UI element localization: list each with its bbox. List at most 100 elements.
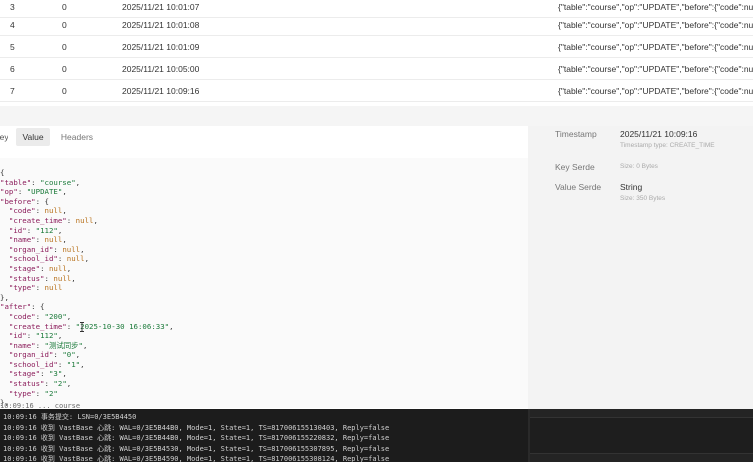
timestamp-cell: 2025/11/21 10:01:08	[122, 20, 200, 30]
json-token: ,	[75, 177, 81, 187]
json-token: ,	[62, 369, 67, 379]
tab-headers[interactable]: Headers	[54, 128, 100, 146]
terminal-output[interactable]: 10:09:16 事务提交: LSN=0/3E5B4450 10:09:16 收到…	[0, 409, 753, 462]
json-token: "测试同步"	[44, 340, 83, 350]
json-token: ,	[80, 244, 85, 254]
terminal-line: 10:09:16 收到 VastBase 心跳: WAL=0/3E5B4530,…	[3, 444, 390, 453]
json-token: null	[44, 235, 63, 245]
json-line: "id": "112",	[0, 226, 174, 236]
json-line: "stage": null,	[0, 264, 174, 274]
json-token: "table"	[0, 177, 32, 187]
table-row[interactable]: 6 0 2025/11/21 10:05:00 {"table":"course","…	[0, 58, 753, 80]
table-row[interactable]: 7 0 2025/11/21 10:09:16 {"table":"course","…	[0, 80, 753, 102]
value-cell: {"table":"course","op":"UPDATE","before"…	[558, 64, 753, 74]
json-token: "id"	[8, 331, 27, 341]
json-token: null	[48, 263, 67, 273]
json-token: ,	[82, 340, 88, 350]
json-token: ,	[66, 311, 72, 321]
json-token: {	[0, 168, 5, 177]
json-token: "type"	[8, 283, 36, 293]
terminal-line: 10:09:16 事务提交: LSN=0/3E5B4450	[3, 413, 137, 421]
json-token: },	[0, 292, 9, 302]
json-line: "after": {	[0, 302, 174, 312]
table-row[interactable]: 5 0 2025/11/21 10:01:09 {"table":"course","…	[0, 36, 753, 58]
section-divider	[0, 106, 753, 126]
key-serde-label: Key Serde	[555, 162, 595, 172]
terminal-line: 10:09:16 收到 VastBase 心跳: WAL=0/3E5B4590,…	[3, 455, 390, 462]
json-token: "organ_id"	[8, 244, 54, 254]
json-token: ,	[80, 359, 85, 369]
table-row[interactable]: 4 0 2025/11/21 10:01:08 {"table":"course","…	[0, 14, 753, 36]
partition-cell: 0	[62, 86, 67, 96]
json-token: :	[40, 369, 49, 379]
json-line: "organ_id": null,	[0, 245, 174, 255]
partition-cell: 0	[62, 20, 67, 30]
json-token: :	[53, 244, 63, 254]
json-line: "status": null,	[0, 274, 174, 284]
json-token: null	[66, 254, 85, 264]
json-token: ,	[62, 235, 67, 245]
offset-cell: 6	[10, 64, 15, 74]
json-line: "table": "course",	[0, 178, 174, 188]
json-token: :	[17, 187, 27, 197]
offset-cell: 4	[10, 20, 15, 30]
json-token: "create_time"	[8, 215, 67, 225]
tab-value[interactable]: Value	[16, 128, 50, 146]
json-token: :	[35, 388, 45, 398]
json-token: "name"	[8, 340, 36, 350]
json-line: "name": "测试同步",	[0, 341, 174, 351]
json-token: "id"	[8, 225, 27, 235]
json-token: :	[57, 359, 67, 369]
json-token: :	[26, 331, 36, 341]
json-token: "before"	[0, 196, 36, 206]
json-token: ,	[66, 379, 72, 389]
json-token: ,	[66, 263, 72, 273]
tab-key[interactable]: Key	[0, 128, 8, 146]
json-token: null	[62, 244, 81, 254]
json-line: "code": null,	[0, 206, 174, 216]
json-token: "2025-10-30 16:06:33"	[75, 321, 170, 331]
json-line: "op": "UPDATE",	[0, 187, 174, 197]
json-token: ,	[57, 225, 63, 235]
json-token: :	[35, 283, 45, 293]
json-value-viewer[interactable]: {"table": "course", "op": "UPDATE", "befor…	[0, 158, 528, 408]
json-token: "code"	[8, 311, 36, 321]
json-token: "0"	[62, 350, 76, 360]
json-line: "stage": "3",	[0, 369, 174, 379]
json-line: "type": "2"	[0, 389, 174, 399]
json-token: "school_id"	[8, 359, 58, 369]
json-token: null	[75, 215, 94, 225]
json-token: :	[53, 350, 63, 360]
json-token: "UPDATE"	[26, 187, 63, 197]
json-line: "name": null,	[0, 235, 174, 245]
json-token: ,	[84, 254, 90, 264]
json-token: :	[35, 340, 45, 350]
json-token: "course"	[40, 177, 76, 187]
json-token: null	[44, 283, 63, 293]
offset-cell: 5	[10, 42, 15, 52]
value-serde-label: Value Serde	[555, 182, 602, 192]
json-line: "school_id": null,	[0, 254, 174, 264]
json-token: "200"	[44, 311, 67, 321]
timestamp-type: Timestamp type: CREATE_TIME	[620, 142, 715, 149]
message-meta-panel: Timestamp 2025/11/21 10:09:16 Timestamp …	[528, 126, 753, 410]
key-serde-size: Size: 0 Bytes	[620, 163, 658, 170]
json-token: ,	[62, 206, 67, 216]
json-token: "school_id"	[8, 254, 58, 264]
json-token: "112"	[35, 225, 58, 235]
json-code: {"table": "course", "op": "UPDATE", "befor…	[0, 168, 174, 408]
json-line: "create_time": null,	[0, 216, 174, 226]
